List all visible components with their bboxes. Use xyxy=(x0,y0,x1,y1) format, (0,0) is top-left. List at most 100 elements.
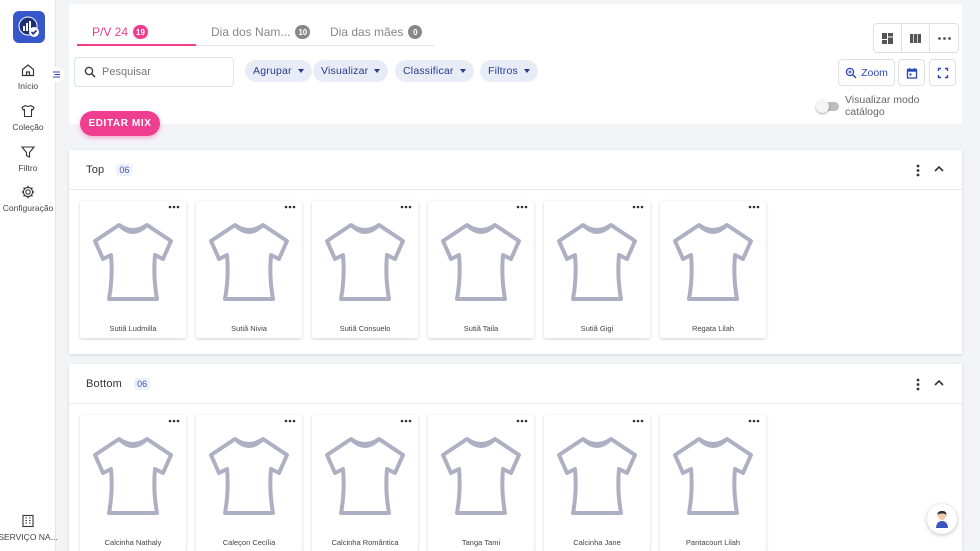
product-card[interactable]: Tanga Tami xyxy=(428,415,534,551)
sidebar-item-label: Configuração xyxy=(2,203,54,213)
section-header: Bottom 06 xyxy=(69,364,962,404)
more-horizontal-icon[interactable] xyxy=(516,205,528,209)
product-name: Sutiã Taila xyxy=(463,324,499,333)
product-card[interactable]: Calcinha Romântica xyxy=(312,415,418,551)
chip-label: Visualizar xyxy=(321,65,369,77)
filter-icon xyxy=(20,146,36,158)
product-name: Tanga Tami xyxy=(461,538,501,547)
tab-count-badge: 10 xyxy=(295,25,311,39)
sidebar-item-label: Filtro xyxy=(18,163,38,173)
tab-label: P/V 24 xyxy=(92,25,129,39)
view-more-button[interactable] xyxy=(930,24,958,52)
more-horizontal-icon[interactable] xyxy=(284,205,296,209)
group-by-dropdown[interactable]: Agrupar xyxy=(245,60,312,82)
view-columns-button[interactable] xyxy=(902,24,930,52)
product-card[interactable]: Calcinha Nathaly xyxy=(80,415,186,551)
tab-pv24[interactable]: P/V 24 19 xyxy=(92,18,148,46)
product-card[interactable]: Sutiã Gigi xyxy=(544,201,650,338)
product-card[interactable]: Sutiã Taila xyxy=(428,201,534,338)
filters-dropdown[interactable]: Filtros xyxy=(480,60,538,82)
edit-mix-button[interactable]: EDITAR MIX xyxy=(80,111,160,136)
product-card[interactable]: Sutiã Consuelo xyxy=(312,201,418,338)
caret-down-icon xyxy=(459,69,466,73)
product-name: Regata Lilah xyxy=(691,324,735,333)
tab-label: Dia dos Nam... xyxy=(211,25,291,39)
section-title: Bottom xyxy=(86,377,123,390)
section-count: 06 xyxy=(116,163,133,176)
more-horizontal-icon[interactable] xyxy=(632,205,644,209)
app-logo[interactable] xyxy=(13,11,45,43)
sidebar-item-label: Início xyxy=(17,81,39,91)
toolbar-panel: P/V 24 19 Dia dos Nam... 10 Dia das mães… xyxy=(69,4,962,124)
more-horizontal-icon[interactable] xyxy=(168,419,180,423)
chip-label: Filtros xyxy=(488,65,518,77)
more-horizontal-icon[interactable] xyxy=(748,205,760,209)
tab-label: Dia das mães xyxy=(330,25,404,39)
sidebar-toggle-button[interactable] xyxy=(49,67,64,82)
tshirt-icon xyxy=(209,437,289,515)
search-input[interactable] xyxy=(102,66,222,78)
section-title: Top xyxy=(86,163,105,176)
product-card[interactable]: Caleçon Cecília xyxy=(196,415,302,551)
view-dashboard-button[interactable] xyxy=(874,24,902,52)
chevron-up-icon[interactable] xyxy=(934,379,944,386)
section-header: Top 06 xyxy=(69,150,962,190)
calendar-icon xyxy=(906,67,917,79)
chip-label: Classificar xyxy=(403,65,454,77)
sidebar-item-inicio[interactable]: Início xyxy=(0,62,56,91)
more-horizontal-icon[interactable] xyxy=(400,419,412,423)
calendar-button[interactable] xyxy=(898,59,925,86)
chat-assistant-button[interactable] xyxy=(927,504,957,534)
search-icon xyxy=(84,66,96,78)
chevron-up-icon[interactable] xyxy=(934,165,944,172)
more-horizontal-icon[interactable] xyxy=(400,205,412,209)
assistant-avatar-icon xyxy=(936,510,948,528)
tshirt-icon xyxy=(673,223,753,301)
zoom-button[interactable]: Zoom xyxy=(838,59,895,86)
menu-icon xyxy=(53,71,60,78)
view-mode-group xyxy=(873,23,959,53)
sidebar-item-servico[interactable]: SERVIÇO NA... xyxy=(0,513,58,542)
search-box[interactable] xyxy=(74,57,234,87)
product-name: Calcinha Nathaly xyxy=(104,538,162,547)
product-name: Sutiã Consuelo xyxy=(339,324,391,333)
sidebar-item-configuracao[interactable]: Configuração xyxy=(0,184,56,213)
more-vertical-icon[interactable] xyxy=(916,378,920,391)
visualize-dropdown[interactable]: Visualizar xyxy=(313,60,389,82)
product-name: Calcinha Romântica xyxy=(331,538,399,547)
tab-dia-das-maes[interactable]: Dia das mães 0 xyxy=(330,18,423,46)
caret-down-icon xyxy=(374,69,381,73)
more-horizontal-icon[interactable] xyxy=(632,419,644,423)
section-count: 06 xyxy=(134,377,151,390)
more-horizontal-icon[interactable] xyxy=(748,419,760,423)
tab-count-badge: 0 xyxy=(408,25,423,39)
more-horizontal-icon[interactable] xyxy=(168,205,180,209)
more-vertical-icon[interactable] xyxy=(916,164,920,177)
tab-dia-dos-namorados[interactable]: Dia dos Nam... 10 xyxy=(211,18,311,46)
tshirt-icon xyxy=(325,437,405,515)
more-horizontal-icon[interactable] xyxy=(516,419,528,423)
product-name: Caleçon Cecília xyxy=(222,538,276,547)
catalog-mode-toggle[interactable]: Visualizar modo catálogo xyxy=(816,94,962,118)
toggle-knob xyxy=(816,99,829,113)
more-horizontal-icon[interactable] xyxy=(284,419,296,423)
tabs-divider xyxy=(196,45,434,46)
section-top: Top 06 Sutiã Ludmilla Sutiã Nivia Sutiã … xyxy=(69,150,962,354)
product-card[interactable]: Calcinha Jane xyxy=(544,415,650,551)
tshirt-icon xyxy=(557,223,637,301)
sidebar-item-filtro[interactable]: Filtro xyxy=(0,144,56,173)
sidebar: Início Coleção Filtro Configuração SERVI… xyxy=(0,0,58,551)
sort-dropdown[interactable]: Classificar xyxy=(395,60,474,82)
chip-label: Agrupar xyxy=(253,65,292,77)
sidebar-item-colecao[interactable]: Coleção xyxy=(0,103,56,132)
product-card[interactable]: Pantacourt Lilah xyxy=(660,415,766,551)
logo-icon xyxy=(18,16,39,37)
product-name: Sutiã Nivia xyxy=(231,324,267,333)
fullscreen-button[interactable] xyxy=(929,59,956,86)
product-name: Pantacourt Lilah xyxy=(685,538,741,547)
product-card[interactable]: Sutiã Ludmilla xyxy=(80,201,186,338)
tshirt-icon xyxy=(441,437,521,515)
product-card[interactable]: Sutiã Nivia xyxy=(196,201,302,338)
product-card[interactable]: Regata Lilah xyxy=(660,201,766,338)
catalog-toggle-label: Visualizar modo catálogo xyxy=(844,94,920,118)
